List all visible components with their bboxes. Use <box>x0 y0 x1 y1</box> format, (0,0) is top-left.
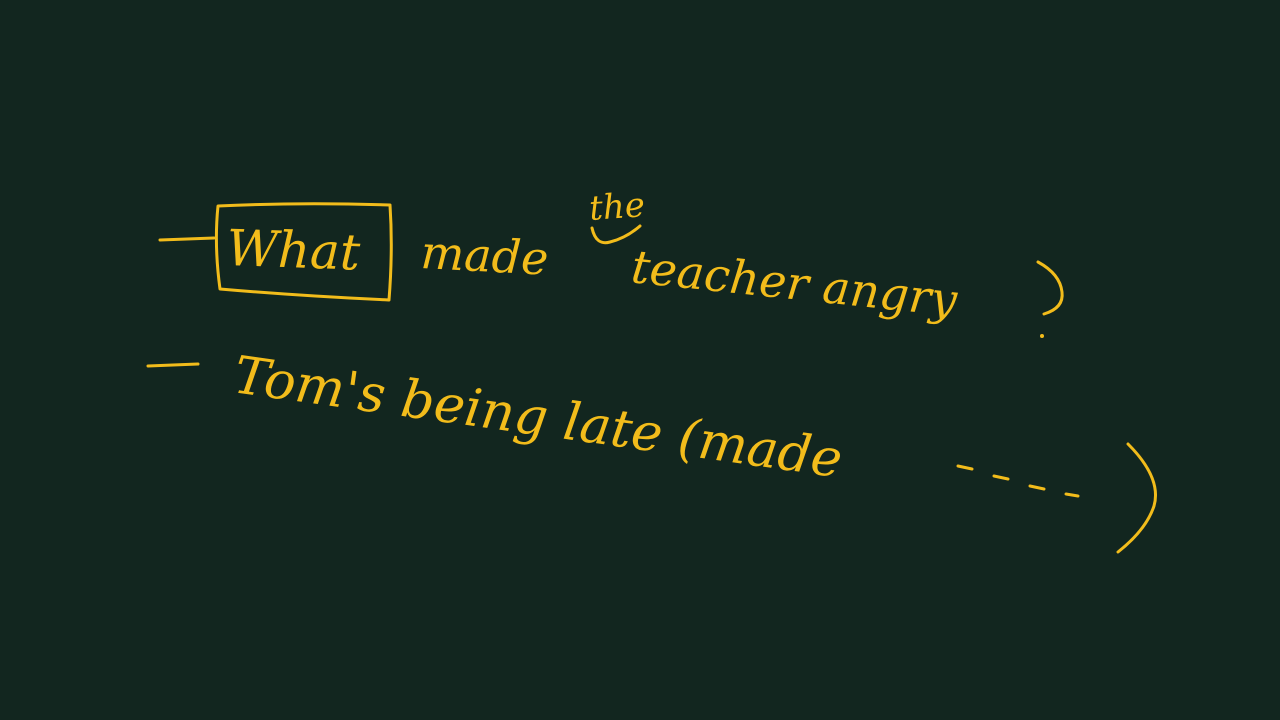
line2-text: Tom's being late (made <box>230 345 846 490</box>
insertion-caret <box>590 224 642 245</box>
line1-dash <box>158 236 216 242</box>
word-what: What <box>226 219 362 282</box>
words-teacher-angry: teacher angry <box>629 239 961 327</box>
question-mark-dot <box>1040 334 1044 338</box>
ellipsis-dashes <box>956 464 1080 498</box>
word-the-inserted: the <box>588 185 646 229</box>
question-mark-stroke <box>1036 260 1064 316</box>
closing-paren <box>1116 442 1157 554</box>
word-made: made <box>419 225 549 286</box>
line2-dash <box>146 362 200 368</box>
handwriting-layer: What made the teacher angry Tom's being … <box>146 185 1157 554</box>
chalkboard-canvas: What made the teacher angry Tom's being … <box>0 0 1280 720</box>
